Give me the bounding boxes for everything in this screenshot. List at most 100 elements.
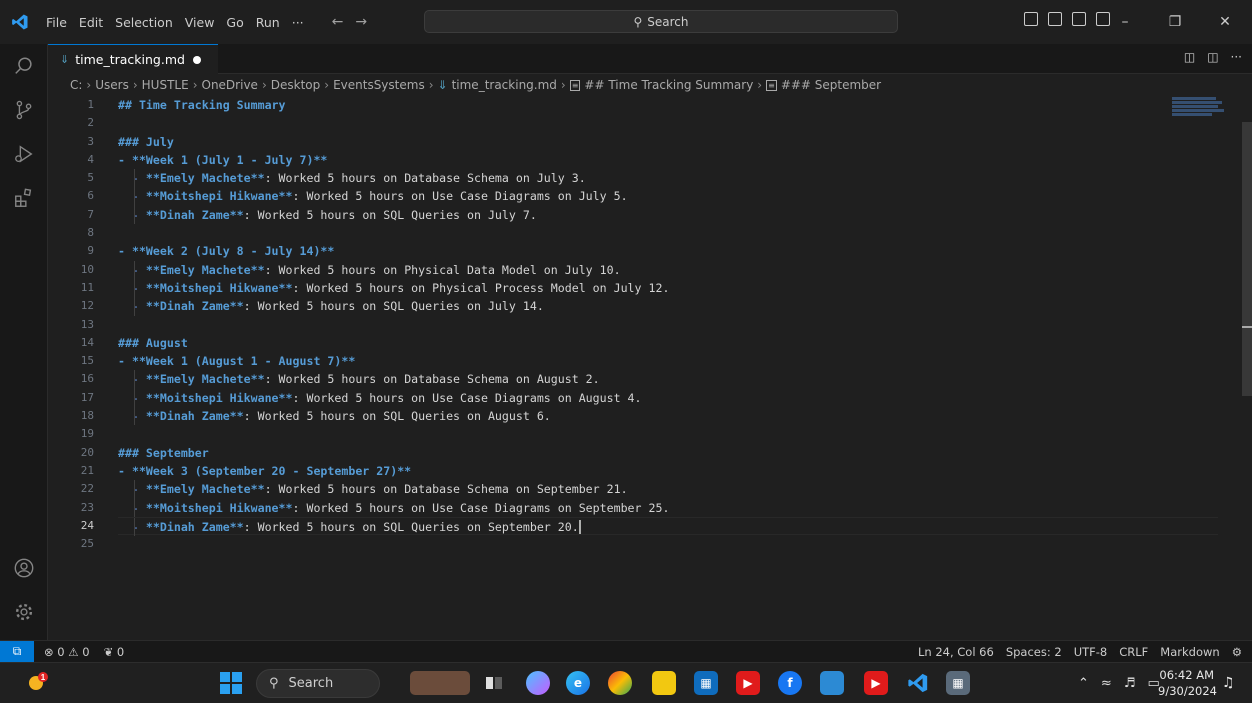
unsaved-dot-icon[interactable] [192,55,201,64]
minimap[interactable] [1172,96,1232,136]
language-mode[interactable]: Markdown [1160,645,1219,659]
youtube-icon[interactable]: ▶ [736,671,760,695]
open-preview-icon[interactable]: ◫ [1184,50,1195,64]
chrome-browser-icon[interactable] [608,671,632,695]
line-endings[interactable]: CRLF [1119,645,1148,659]
editor[interactable]: 1 2 3 4 5 6 7 8 9 10 11 12 13 14 15 16 17 18 19 20 21 22 23 24 2… [48,96,1242,640]
source-control-icon[interactable] [12,98,36,122]
code-line[interactable]: - **Emely Machete**: Worked 5 hours on D… [118,370,1218,389]
back-arrow-icon[interactable]: ← [332,14,344,30]
notification-bell-icon[interactable]: ♫ [1222,675,1235,691]
code-line[interactable] [118,316,1218,334]
menu-item-selection[interactable]: Selection [109,15,179,30]
code-line[interactable]: - **Dinah Zame**: Worked 5 hours on SQL … [118,516,1218,537]
breadcrumb-item[interactable]: ### September [781,78,881,92]
forward-arrow-icon[interactable]: → [355,14,367,30]
remote-indicator-icon[interactable]: ⧉ [0,640,34,663]
person-name: **Dinah Zame** [145,299,244,314]
code-line[interactable]: - **Moitshepi Hikwane**: Worked 5 hours … [118,388,1218,408]
code-line[interactable]: - **Dinah Zame**: Worked 5 hours on SQL … [118,407,1218,426]
indentation[interactable]: Spaces: 2 [1006,645,1062,659]
explorer-search-icon[interactable] [12,54,36,78]
code-line[interactable]: - **Dinah Zame**: Worked 5 hours on SQL … [118,205,1218,225]
code-line[interactable]: - **Moitshepi Hikwane**: Worked 5 hours … [118,187,1218,206]
code-line[interactable]: - **Week 1 (July 1 - July 7)** [118,151,1218,169]
extensions-icon[interactable] [12,186,36,210]
code-line[interactable]: ### September [118,444,1218,462]
breadcrumb-item[interactable]: OneDrive [202,78,258,92]
toggle-panel-icon[interactable] [1048,12,1062,26]
code-area[interactable]: ## Time Tracking Summary ### July - **Week… [118,96,1218,553]
code-line[interactable]: - **Emely Machete**: Worked 5 hours on D… [118,480,1218,499]
run-and-debug-icon[interactable] [12,142,36,166]
code-line[interactable] [118,535,1218,553]
code-line[interactable]: - **Week 3 (September 20 - September 27)… [118,462,1218,480]
database-app-icon[interactable]: ▦ [946,671,970,695]
code-line[interactable] [118,425,1218,443]
vertical-scrollbar[interactable] [1242,122,1252,396]
notifications-bell-icon[interactable]: ⚙ [1232,645,1242,659]
clock[interactable]: 06:42 AM 9/30/2024 [1158,667,1217,699]
clock-date: 9/30/2024 [1158,684,1217,698]
list-marker: - [118,171,146,186]
breadcrumb-item[interactable]: EventsSystems [333,78,425,92]
menu-item-more[interactable]: ··· [286,15,310,30]
code-line[interactable] [118,114,1218,132]
code-line[interactable]: - **Emely Machete**: Worked 5 hours on P… [118,260,1218,279]
menu-item-file[interactable]: File [40,15,73,30]
toggle-secondary-sidebar-icon[interactable] [1072,12,1086,26]
code-line[interactable]: - **Moitshepi Hikwane**: Worked 5 hours … [118,498,1218,517]
wifi-icon[interactable]: ≈ [1101,676,1112,691]
line-number: 7 [87,207,94,221]
ports-indicator[interactable]: ❦ 0 [104,645,125,659]
youtube-app-icon[interactable]: ▶ [864,671,888,695]
breadcrumb-item[interactable]: time_tracking.md [452,78,557,92]
breadcrumb-item[interactable]: Desktop [271,78,321,92]
menu-item-edit[interactable]: Edit [73,15,109,30]
copilot-highlights-icon[interactable] [410,671,470,695]
breadcrumb-item[interactable]: ## Time Tracking Summary [584,78,753,92]
code-line[interactable]: - **Week 2 (July 8 - July 14)** [118,242,1218,260]
volume-icon[interactable]: ♬ [1124,676,1136,691]
show-hidden-icons-icon[interactable]: ⌃ [1078,676,1089,691]
problems-indicator[interactable]: ⊗ 0 ⚠ 0 [44,645,90,659]
breadcrumb-item[interactable]: Users [95,78,129,92]
breadcrumb-item[interactable]: HUSTLE [142,78,189,92]
windows-start-icon[interactable] [219,671,243,695]
new-app-icon[interactable] [820,671,844,695]
manage-gear-icon[interactable] [12,600,36,624]
code-line[interactable]: ### August [118,334,1218,352]
person-name: **Moitshepi Hikwane** [145,280,293,295]
vscode-taskbar-icon[interactable] [906,671,930,695]
weather-widget-icon[interactable]: 1 [26,671,50,695]
accounts-icon[interactable] [12,556,36,580]
breadcrumb-item[interactable]: C: [70,78,82,92]
microsoft-store-icon[interactable]: ▦ [694,671,718,695]
file-explorer-icon[interactable] [652,671,676,695]
toggle-primary-sidebar-icon[interactable] [1024,12,1038,26]
task-view-icon[interactable] [482,671,506,695]
restore-icon[interactable]: ❐ [1150,14,1200,30]
code-line[interactable]: ## Time Tracking Summary [118,96,1218,114]
encoding[interactable]: UTF-8 [1074,645,1108,659]
more-actions-icon[interactable]: ··· [1231,50,1242,64]
code-line[interactable]: - **Emely Machete**: Worked 5 hours on D… [118,169,1218,188]
menu-item-view[interactable]: View [179,15,221,30]
minimize-icon[interactable]: – [1100,14,1150,30]
split-editor-icon[interactable]: ◫ [1207,50,1218,64]
copilot-icon[interactable] [526,671,550,695]
close-icon[interactable]: ✕ [1200,14,1250,30]
command-center-search[interactable]: ⚲ Search [424,10,898,33]
code-line[interactable]: - **Moitshepi Hikwane**: Worked 5 hours … [118,278,1218,298]
code-line[interactable]: ### July [118,133,1218,151]
code-line[interactable]: - **Dinah Zame**: Worked 5 hours on SQL … [118,297,1218,316]
menu-item-run[interactable]: Run [250,15,286,30]
facebook-icon[interactable]: f [778,671,802,695]
cursor-position[interactable]: Ln 24, Col 66 [918,645,994,659]
edge-browser-icon[interactable]: e [566,671,590,695]
taskbar-search[interactable]: ⚲ Search [256,669,380,698]
tab-time-tracking[interactable]: ⇓ time_tracking.md [48,44,218,74]
code-line[interactable]: - **Week 1 (August 1 - August 7)** [118,352,1218,370]
code-line[interactable] [118,224,1218,242]
menu-item-go[interactable]: Go [220,15,249,30]
